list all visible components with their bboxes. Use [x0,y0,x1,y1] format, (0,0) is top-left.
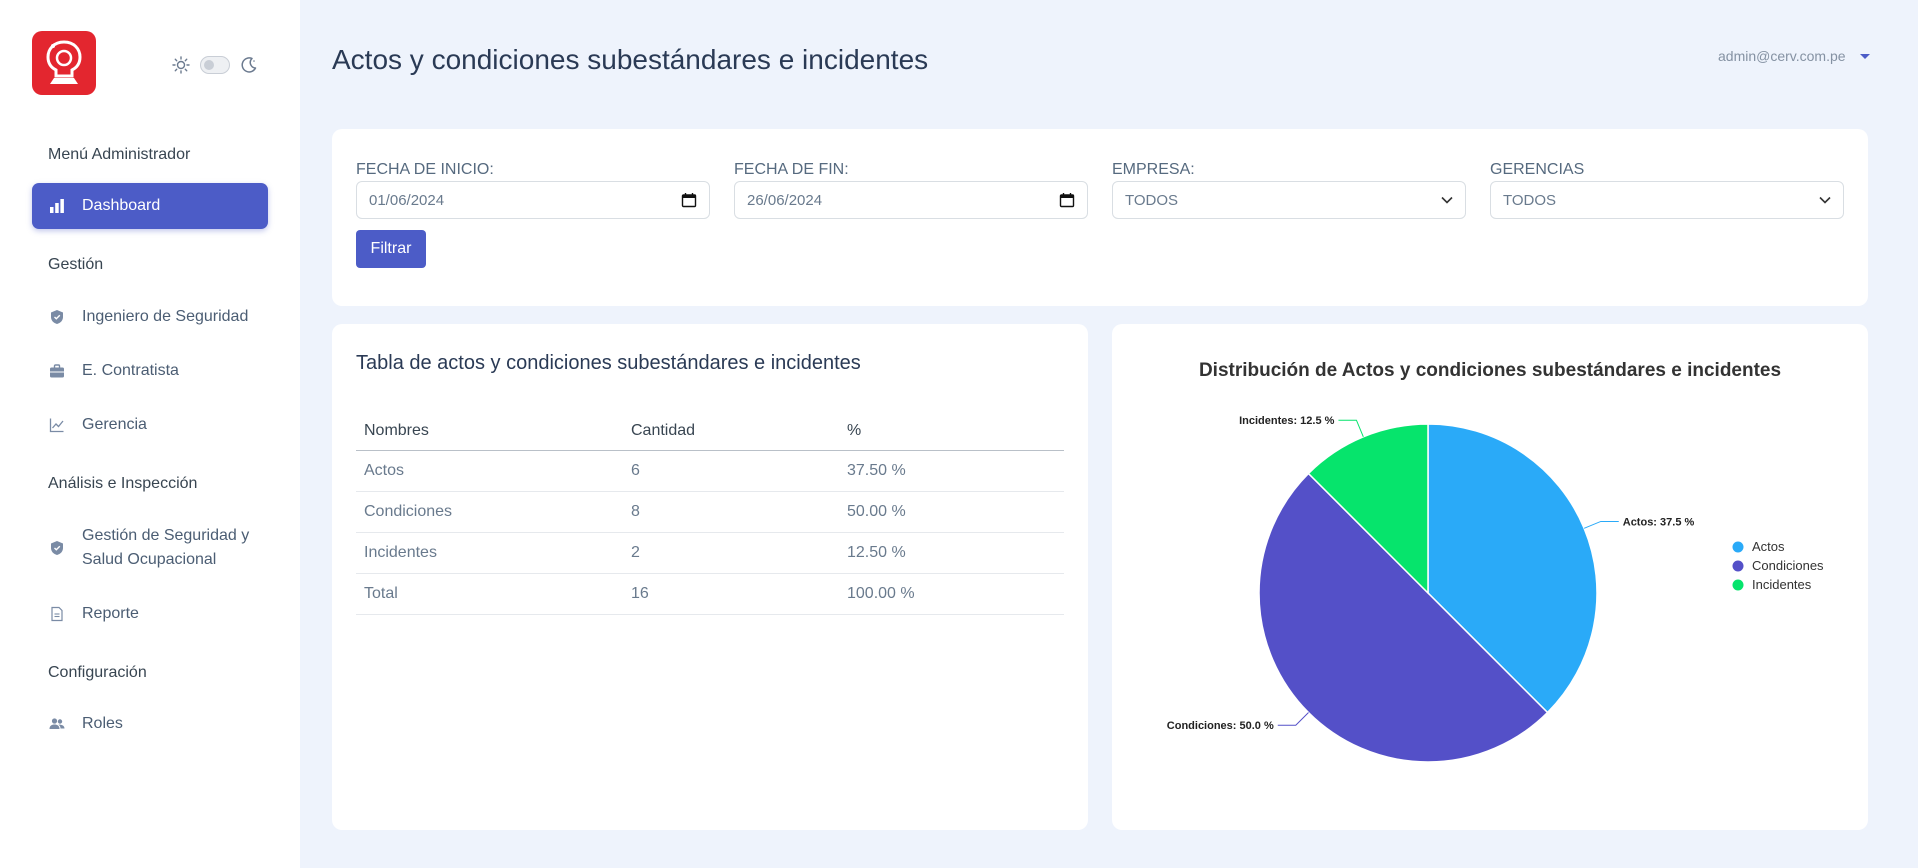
sidebar-item-gestion-sso[interactable]: Gestión de Seguridad y Salud Ocupacional [32,522,268,574]
column-header: Nombres [356,412,623,451]
briefcase-icon [48,362,66,380]
table-row: Total 16 100.00 % [356,573,1064,615]
sidebar-item-label: Roles [82,715,123,732]
data-label: Condiciones: 50.0 % [1167,720,1274,732]
column-header: % [839,412,1064,451]
gerencias-select[interactable]: TODOS [1490,181,1844,219]
sidebar-item-label: E. Contratista [82,362,179,379]
caret-down-icon [1859,53,1870,59]
table-cell: 6 [623,450,839,492]
leader-line [1277,712,1309,726]
legend-item[interactable]: Actos [1752,539,1785,554]
leader-line [1338,419,1364,438]
section-analisis: Análisis e Inspección [48,475,198,492]
empresa-label: EMPRESA: [1112,161,1195,178]
fecha-inicio-value: 01/06/2024 [369,191,445,209]
sidebar-item-label: Gerencia [82,416,147,433]
data-label: Incidentes: 12.5 % [1239,415,1335,427]
sidebar-item-dashboard[interactable]: Dashboard [32,183,268,229]
table-row: Condiciones 8 50.00 % [356,491,1064,533]
chevron-down-icon [1441,196,1453,204]
users-icon [48,715,66,733]
sidebar-item-ingeniero-seguridad[interactable]: Ingeniero de Seguridad [32,294,268,340]
shield-icon [48,308,66,326]
filter-card: FECHA DE INICIO: 01/06/2024 FECHA DE FIN… [332,129,1868,306]
line-chart-icon [48,416,66,434]
page-title: Actos y condiciones subestándares e inci… [332,44,929,75]
fecha-inicio-label: FECHA DE INICIO: [356,161,494,178]
bar-chart-icon [48,197,66,215]
app-logo[interactable] [32,31,96,95]
moon-icon [241,57,257,73]
chart-card: Distribución de Actos y condiciones sube… [1112,324,1868,830]
shield-icon [48,539,66,557]
sidebar: Menú Administrador Dashboard Gestión Ing… [0,0,300,868]
sidebar-item-roles[interactable]: Roles [32,701,268,747]
filtrar-button[interactable]: Filtrar [356,230,426,268]
logo-icon [46,40,82,84]
data-label: Actos: 37.5 % [1623,516,1695,528]
table-title: Tabla de actos y condiciones subestándar… [356,352,861,374]
table-cell: 2 [623,532,839,574]
table-cell: 37.50 % [839,450,1064,492]
section-configuracion: Configuración [48,664,147,681]
legend-swatch [1732,560,1744,572]
table-row: Actos 6 37.50 % [356,450,1064,492]
pie-chart: Distribución de Actos y condiciones sube… [1167,360,1824,763]
table-cell: 100.00 % [839,573,1064,615]
legend-swatch [1732,579,1744,591]
fecha-fin-label: FECHA DE FIN: [734,161,849,178]
calendar-icon[interactable] [1059,192,1075,208]
sidebar-item-contratista[interactable]: E. Contratista [32,348,268,394]
table-cell: 16 [623,573,839,615]
sidebar-item-label: Ingeniero de Seguridad [82,308,249,325]
fecha-inicio-input[interactable]: 01/06/2024 [356,181,710,219]
sidebar-item-label: Reporte [82,605,139,622]
chevron-down-icon [1819,196,1831,204]
table-cell: 50.00 % [839,491,1064,533]
table-card: Tabla de actos y condiciones subestándar… [332,324,1088,830]
table-cell: Condiciones [356,491,623,533]
theme-switch[interactable] [200,56,230,74]
gerencias-value: TODOS [1503,191,1557,209]
menu-header: Menú Administrador [48,146,191,163]
sidebar-item-label: Dashboard [82,197,161,214]
legend-item[interactable]: Condiciones [1752,558,1824,573]
gerencias-label: GERENCIAS [1490,161,1585,178]
file-icon [48,605,66,623]
chart-title: Distribución de Actos y condiciones sube… [1199,360,1781,381]
summary-table: Nombres Cantidad % Actos 6 37.50 % Condi… [356,412,1064,615]
empresa-select[interactable]: TODOS [1112,181,1466,219]
calendar-icon[interactable] [681,192,697,208]
leader-line [1583,520,1619,529]
legend-swatch [1732,541,1744,553]
table-row: Incidentes 2 12.50 % [356,532,1064,574]
sidebar-item-gerencia[interactable]: Gerencia [32,402,268,448]
fecha-fin-value: 26/06/2024 [747,191,823,209]
table-header-row: Nombres Cantidad % [356,412,1064,451]
empresa-value: TODOS [1125,191,1179,209]
table-cell: 12.50 % [839,532,1064,574]
column-header: Cantidad [623,412,839,451]
table-cell: Total [356,573,623,615]
user-menu[interactable]: admin@cerv.com.pe [1718,48,1870,64]
table-cell: Incidentes [356,532,623,574]
sun-icon [172,56,190,74]
table-cell: 8 [623,491,839,533]
fecha-fin-input[interactable]: 26/06/2024 [734,181,1088,219]
table-cell: Actos [356,450,623,492]
theme-toggle[interactable] [172,56,258,74]
user-email: admin@cerv.com.pe [1718,48,1846,64]
section-gestion: Gestión [48,256,104,273]
legend-item[interactable]: Incidentes [1752,577,1812,592]
sidebar-item-label: Gestión de Seguridad y Salud Ocupacional [82,527,250,568]
sidebar-item-reporte[interactable]: Reporte [32,591,268,637]
